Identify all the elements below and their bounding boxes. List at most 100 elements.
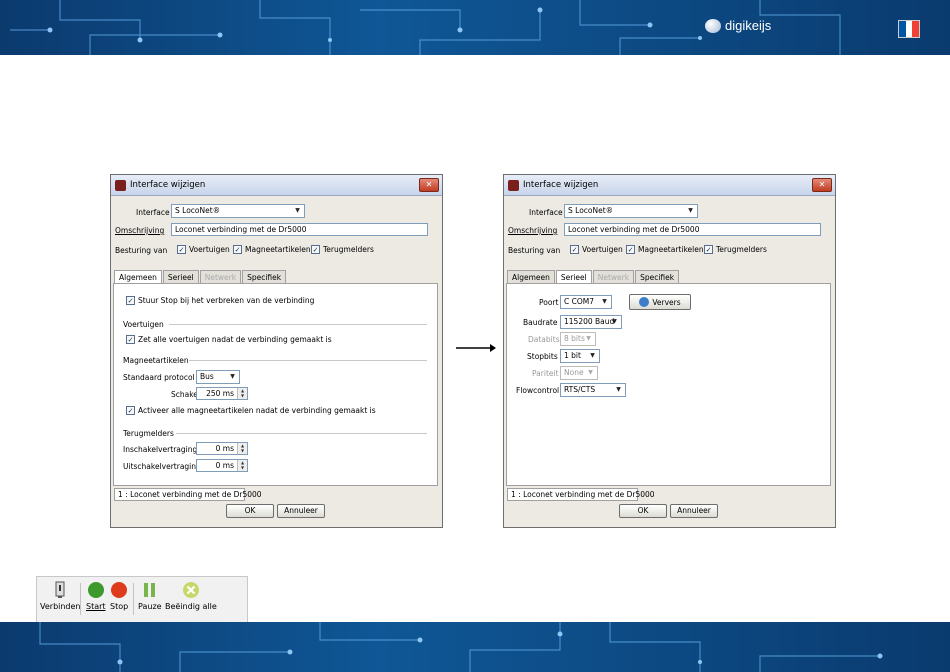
poort-select[interactable]: C COM7 ▼ (560, 295, 612, 309)
protocol-label: Standaard protocol (123, 373, 195, 382)
checkbox-label: Magneetartikelen (245, 245, 311, 254)
checkbox-label: Terugmelders (323, 245, 374, 254)
start-label: Start (86, 602, 106, 611)
verbinden-button[interactable]: Verbinden (40, 581, 81, 611)
besturing-label: Besturing van (508, 246, 561, 255)
terugmelders-checkbox[interactable]: ✓ Terugmelders (311, 245, 374, 254)
magneetartikelen-checkbox[interactable]: ✓ Magneetartikelen (233, 245, 311, 254)
verbinden-label: Verbinden (40, 602, 81, 611)
uitschakel-spinner[interactable]: 0 ms ▲ ▼ (196, 459, 248, 472)
inschakel-value: 0 ms (215, 444, 234, 453)
interface-label: Interface (529, 208, 563, 217)
terugmelders-checkbox[interactable]: ✓ Terugmelders (704, 245, 767, 254)
flowcontrol-value: RTS/CTS (564, 385, 596, 394)
circuit-pattern (10, 0, 841, 55)
stopbits-value: 1 bit (564, 351, 581, 360)
spinner-arrows-icon[interactable]: ▲ ▼ (237, 443, 247, 454)
tab-bar: Algemeen Serieel Netwerk Specifiek (507, 270, 680, 284)
tab-specifiek[interactable]: Specifiek (242, 270, 287, 283)
dialog-title: Interface wijzigen (130, 180, 206, 190)
pauze-button[interactable]: Pauze (138, 581, 162, 611)
tab-panel-serieel: Poort C COM7 ▼ Ververs Baudrate 115200 Ba… (506, 283, 831, 486)
flowcontrol-select[interactable]: RTS/CTS ▼ (560, 383, 626, 397)
flag-stripe-white (905, 21, 913, 37)
interface-value: S LocoNet® (568, 206, 614, 215)
cancel-button[interactable]: Annuleer (670, 504, 718, 518)
chevron-down-icon: ▼ (586, 335, 591, 342)
schakeltijd-spinner[interactable]: 250 ms ▲ ▼ (196, 387, 248, 400)
check-icon: ✓ (126, 296, 135, 305)
chevron-down-icon: ▼ (688, 207, 693, 214)
voertuigen-checkbox[interactable]: ✓ Voertuigen (570, 245, 623, 254)
language-flag-icon[interactable] (898, 20, 920, 38)
zet-voertuigen-checkbox[interactable]: ✓ Zet alle voertuigen nadat de verbinding… (126, 335, 332, 344)
flowcontrol-label: Flowcontrol (516, 386, 560, 395)
checkbox-label: Magneetartikelen (638, 245, 704, 254)
logo-icon (705, 18, 721, 33)
ok-button[interactable]: OK (226, 504, 274, 518)
checkbox-label: Zet alle voertuigen nadat de verbinding … (138, 335, 332, 344)
flag-stripe-blue (899, 21, 906, 37)
omschrijving-input[interactable]: Loconet verbinding met de Dr5000 (564, 223, 821, 236)
tab-algemeen[interactable]: Algemeen (507, 270, 555, 283)
voertuigen-header: Voertuigen (123, 320, 164, 329)
check-icon: ✓ (311, 245, 320, 254)
spinner-arrows-icon[interactable]: ▲ ▼ (237, 388, 247, 399)
stop-circle-icon (111, 582, 128, 598)
tab-serieel[interactable]: Serieel (162, 270, 199, 283)
pariteit-label: Pariteit (532, 369, 559, 378)
ververs-button[interactable]: Ververs (629, 294, 691, 310)
terugmelders-header: Terugmelders (123, 429, 174, 438)
chevron-down-icon: ▼ (295, 207, 300, 214)
baudrate-select[interactable]: 115200 Baud ▼ (560, 315, 622, 329)
app-icon (508, 179, 519, 191)
tab-serieel[interactable]: Serieel (555, 270, 592, 284)
magneetartikelen-checkbox[interactable]: ✓ Magneetartikelen (626, 245, 704, 254)
start-button[interactable]: Start (86, 581, 106, 611)
inschakel-spinner[interactable]: 0 ms ▲ ▼ (196, 442, 248, 455)
stopbits-select[interactable]: 1 bit ▼ (560, 349, 600, 363)
checkbox-label: Activeer alle magneetartikelen nadat de … (138, 406, 376, 415)
dialog-titlebar: Interface wijzigen (111, 175, 442, 196)
chevron-down-icon: ▼ (602, 298, 607, 305)
spinner-arrows-icon[interactable]: ▲ ▼ (237, 460, 247, 471)
stop-checkbox[interactable]: ✓ Stuur Stop bij het verbreken van de ver… (126, 296, 314, 305)
activeer-checkbox[interactable]: ✓ Activeer alle magneetartikelen nadat de… (126, 406, 376, 415)
close-icon[interactable]: ✕ (812, 178, 832, 192)
omschrijving-label: Omschrijving (115, 226, 165, 235)
protocol-select[interactable]: Bus ▼ (196, 370, 240, 384)
interface-select[interactable]: S LocoNet® ▼ (171, 204, 305, 218)
tab-panel-algemeen: ✓ Stuur Stop bij het verbreken van de ver… (113, 283, 438, 486)
tab-specifiek[interactable]: Specifiek (635, 270, 680, 283)
stop-button[interactable]: Stop (110, 581, 128, 611)
arrow-right-icon (456, 344, 496, 352)
dialog-titlebar: Interface wijzigen (504, 175, 835, 196)
beeindig-alle-button[interactable]: Beëindig alle (165, 581, 217, 611)
ok-button[interactable]: OK (619, 504, 667, 518)
checkbox-label: Voertuigen (189, 245, 230, 254)
app-icon (115, 179, 126, 191)
cancel-button[interactable]: Annuleer (277, 504, 325, 518)
close-icon[interactable]: ✕ (419, 178, 439, 192)
tab-algemeen[interactable]: Algemeen (114, 270, 162, 284)
omschrijving-input[interactable]: Loconet verbinding met de Dr5000 (171, 223, 428, 236)
databits-value: 8 bits (564, 334, 585, 343)
divider (176, 433, 427, 434)
check-icon: ✓ (233, 245, 242, 254)
interface-list-item[interactable]: 1 : Loconet verbinding met de Dr5000 (507, 488, 655, 501)
interface-dialog-algemeen: Interface wijzigen ✕ Interface S LocoNet… (110, 174, 443, 528)
flag-stripe-red (912, 21, 920, 37)
interface-select[interactable]: S LocoNet® ▼ (564, 204, 698, 218)
tab-netwerk: Netwerk (592, 270, 635, 283)
checkbox-label: Stuur Stop bij het verbreken van de verb… (138, 296, 315, 305)
toolbar-separator (133, 583, 134, 615)
brand-name: digikeijs (725, 18, 772, 33)
ververs-label: Ververs (652, 297, 681, 307)
interface-label: Interface (136, 208, 170, 217)
chevron-down-icon: ▼ (612, 318, 617, 325)
interface-list-item[interactable]: 1 : Loconet verbinding met de Dr5000 (114, 488, 262, 501)
pauze-label: Pauze (138, 602, 162, 611)
stop-label: Stop (110, 602, 129, 611)
voertuigen-checkbox[interactable]: ✓ Voertuigen (177, 245, 230, 254)
circuit-pattern (39, 622, 883, 672)
